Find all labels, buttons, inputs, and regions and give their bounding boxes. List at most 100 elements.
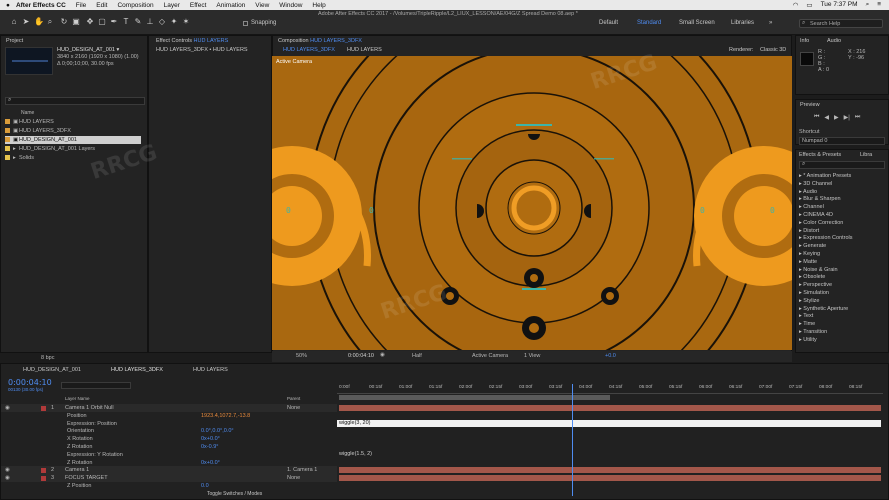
label-color-swatch[interactable] [41, 475, 46, 481]
workspace-standard[interactable]: Standard [637, 20, 661, 26]
property-row[interactable]: Position 1923.4,1072.7,-13.8 [1, 412, 337, 420]
label-color-swatch[interactable] [41, 467, 46, 473]
property-value[interactable]: 0x+0.0° [201, 435, 220, 443]
exposure-value[interactable]: +0.0 [605, 353, 616, 359]
timeline-search-field[interactable] [61, 382, 131, 389]
first-frame-icon[interactable]: ⏮ [814, 114, 819, 121]
eraser-tool-icon[interactable]: ◇ [158, 18, 166, 26]
zoom-select[interactable]: 50% [296, 353, 307, 359]
visibility-eye-icon[interactable]: ◉ [5, 404, 10, 412]
menu-effect[interactable]: Effect [190, 2, 207, 9]
project-item[interactable]: ▣HUD LAYERS [5, 118, 145, 126]
timeline-tab-hud-layers[interactable]: HUD LAYERS [193, 367, 228, 373]
layer-row[interactable]: ◉ 2 Camera 1 1. Camera 1 [1, 466, 337, 475]
property-row[interactable]: X Rotation 0x+0.0° [1, 435, 337, 443]
composition-viewer[interactable]: Active Camera 0 0 0 0 [272, 56, 792, 350]
property-value[interactable]: 0x-0.9° [201, 443, 219, 451]
play-icon[interactable]: ▶ [834, 114, 839, 121]
effects-category[interactable]: ▸ Expression Controls [799, 234, 853, 242]
property-row[interactable]: Expression: Y Rotation [1, 451, 337, 459]
menu-animation[interactable]: Animation [216, 2, 245, 9]
comp-breadcrumb-3dfx[interactable]: HUD LAYERS_3DFX [283, 47, 335, 53]
home-icon[interactable]: ⌂ [10, 18, 18, 26]
project-tab[interactable]: Project [6, 38, 23, 44]
current-timecode[interactable]: 0:00:04:10 [8, 378, 52, 387]
shortcut-select[interactable]: Numpad 0 [799, 137, 885, 145]
property-row[interactable]: Orientation 0.0°,0.0°,0.0° [1, 427, 337, 435]
rotate-tool-icon[interactable]: ↻ [60, 18, 68, 26]
property-value[interactable]: 0x+0.0° [201, 459, 220, 467]
effects-category[interactable]: ▸ Channel [799, 203, 824, 211]
effects-category[interactable]: ▸ Blur & Sharpen [799, 195, 841, 203]
effect-controls-tab[interactable]: Effect Controls HUD LAYERS [156, 38, 228, 44]
effects-category[interactable]: ▸ Generate [799, 242, 826, 250]
project-item[interactable]: ▸ HUD_DESIGN_AT_001 Layers [5, 145, 145, 153]
effects-category[interactable]: ▸ * Animation Presets [799, 172, 851, 180]
property-row[interactable]: Z Position 0.0 [1, 482, 337, 490]
timeline-tab-hud-layers-3dfx[interactable]: HUD LAYERS_3DFX [111, 367, 163, 373]
workspace-small-screen[interactable]: Small Screen [679, 20, 715, 26]
effects-category[interactable]: ▸ 3D Channel [799, 180, 832, 188]
battery-icon[interactable]: ▭ [806, 1, 812, 9]
playhead[interactable] [572, 384, 573, 496]
renderer-value[interactable]: Classic 3D [760, 47, 786, 53]
roto-brush-tool-icon[interactable]: ✦ [170, 18, 178, 26]
wifi-icon[interactable]: ◠ [793, 1, 799, 9]
camera-tool-icon[interactable]: ▣ [72, 18, 80, 26]
workspace-libraries[interactable]: Libraries [731, 20, 754, 26]
parent-select[interactable]: 1. Camera 1 [287, 466, 317, 474]
timeline-col-layer-name[interactable]: Layer Name [65, 396, 90, 401]
bpc-label[interactable]: 8 bpc [41, 354, 54, 362]
property-value[interactable]: 0.0°,0.0°,0.0° [201, 427, 234, 435]
libraries-tab[interactable]: Libra [860, 152, 872, 158]
effects-category[interactable]: ▸ Text [799, 312, 813, 320]
work-area-bar[interactable] [339, 395, 610, 400]
project-item[interactable]: ▣HUD LAYERS_3DFX [5, 127, 145, 135]
layer-duration-bar[interactable] [339, 405, 881, 411]
expression-field[interactable]: wiggle(1.5, 2) [337, 451, 881, 459]
timeline-tab-hud-design[interactable]: HUD_DESIGN_AT_001 [23, 367, 81, 373]
selection-tool-icon[interactable]: ➤ [22, 18, 30, 26]
workspace-overflow-icon[interactable]: » [769, 20, 772, 26]
views-layout-select[interactable]: 1 View [524, 353, 540, 359]
effects-category[interactable]: ▸ Time [799, 320, 815, 328]
next-frame-icon[interactable]: ▶| [844, 114, 850, 121]
effects-category[interactable]: ▸ CINEMA 4D [799, 211, 833, 219]
layer-duration-bar[interactable] [339, 467, 881, 474]
timeline-col-parent[interactable]: Parent [287, 396, 300, 401]
shape-tool-icon[interactable]: ▢ [98, 18, 106, 26]
apple-icon[interactable]: ● [6, 2, 10, 9]
layer-row[interactable]: ◉ 1 Camera 1 Orbit Null None [1, 404, 337, 412]
prev-frame-icon[interactable]: ◀ [824, 114, 829, 121]
effects-category[interactable]: ▸ Stylize [799, 297, 820, 305]
layer-duration-bar[interactable] [339, 475, 881, 481]
audio-tab[interactable]: Audio [827, 38, 841, 44]
app-menu[interactable]: After Effects CC [16, 2, 66, 9]
type-tool-icon[interactable]: T [122, 18, 130, 26]
effects-category[interactable]: ▸ Matte [799, 258, 817, 266]
brush-tool-icon[interactable]: ✎ [134, 18, 142, 26]
last-frame-icon[interactable]: ⏭ [855, 114, 860, 121]
property-row[interactable]: Expression: Position [1, 420, 337, 428]
effects-category[interactable]: ▸ Distort [799, 227, 819, 235]
layer-row[interactable]: ◉ 3 FOCUS TARGET None [1, 474, 337, 483]
search-help-field[interactable]: ⌕ Search Help [799, 19, 883, 28]
property-value[interactable]: 0.0 [201, 482, 209, 490]
menu-layer[interactable]: Layer [164, 2, 180, 9]
composition-tab[interactable]: Composition HUD LAYERS_3DFX [278, 38, 362, 44]
effects-category[interactable]: ▸ Obsolete [799, 273, 825, 281]
pen-tool-icon[interactable]: ✒ [110, 18, 118, 26]
menu-file[interactable]: File [76, 2, 86, 9]
workspace-default[interactable]: Default [599, 20, 618, 26]
visibility-eye-icon[interactable]: ◉ [5, 466, 10, 474]
project-item[interactable]: ▸ Solids [5, 154, 145, 162]
clock[interactable]: Tue 7:37 PM [821, 1, 858, 9]
timecode-display[interactable]: 0:00:04:10 [348, 353, 374, 359]
project-search-field[interactable]: ⌕ [5, 97, 145, 105]
effects-presets-tab[interactable]: Effects & Presets [799, 152, 841, 158]
project-item-selected[interactable]: ▣HUD_DESIGN_AT_001 [5, 136, 141, 144]
parent-select[interactable]: None [287, 474, 300, 482]
info-tab[interactable]: Info [800, 38, 809, 44]
effects-category[interactable]: ▸ Transition [799, 328, 827, 336]
zoom-tool-icon[interactable]: ⌕ [46, 18, 54, 26]
